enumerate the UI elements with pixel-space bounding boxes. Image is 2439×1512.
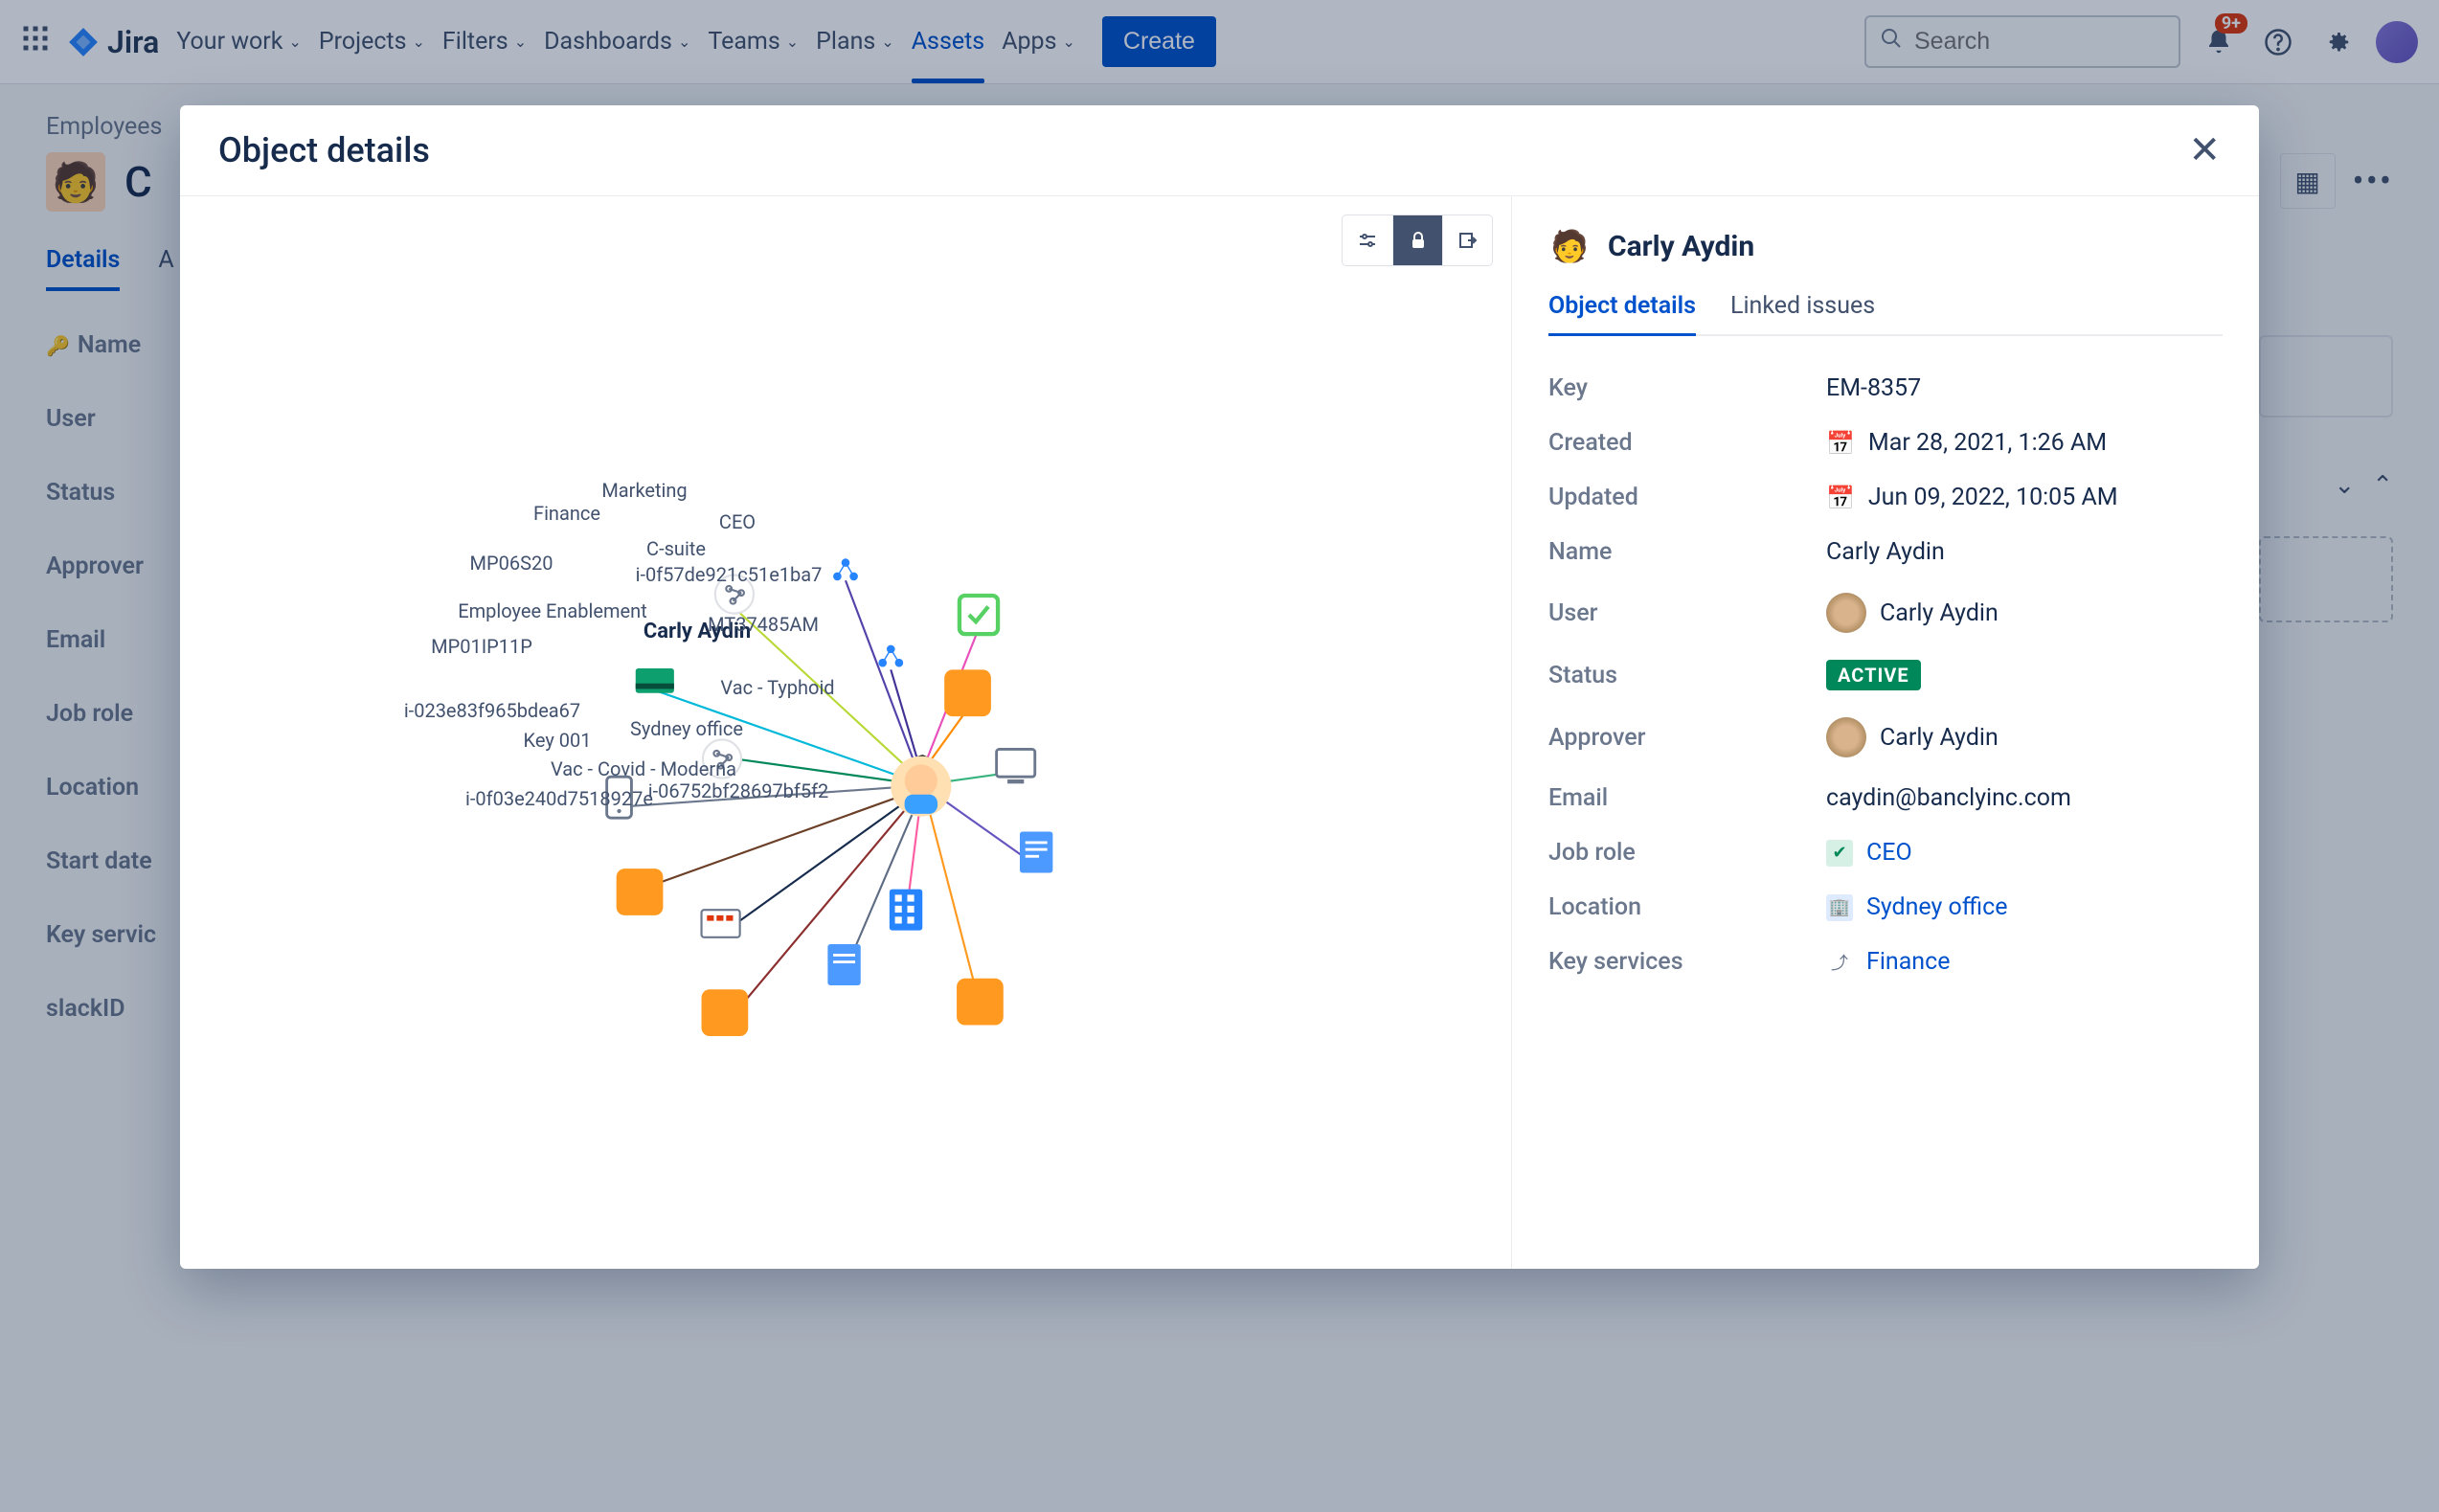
graph-node-label[interactable]: Sydney office xyxy=(630,717,743,740)
value-created: 📅Mar 28, 2021, 1:26 AM xyxy=(1826,429,2223,457)
share-icon: ⤴ xyxy=(1826,949,1853,976)
graph-node-label[interactable]: C-suite xyxy=(646,537,706,560)
approver-avatar-icon xyxy=(1826,717,1866,757)
jobrole-link[interactable]: CEO xyxy=(1866,839,1912,867)
object-details-modal: Object details ✕ xyxy=(180,105,2259,1269)
value-updated: 📅Jun 09, 2022, 10:05 AM xyxy=(1826,484,2223,511)
user-avatar-icon xyxy=(1826,593,1866,633)
value-keyservices: ⤴ Finance xyxy=(1826,948,2223,976)
graph-node-label[interactable]: i-0f03e240d7518927e xyxy=(465,787,653,810)
calendar-icon: 📅 xyxy=(1826,485,1855,511)
graph-node-label[interactable]: Employee Enablement xyxy=(458,599,647,622)
graph-node-label[interactable]: Vac - Covid - Moderna xyxy=(551,757,736,780)
graph-node-label[interactable]: MP06S20 xyxy=(470,552,553,575)
graph-node-label[interactable]: Marketing xyxy=(601,479,687,502)
keyservices-link[interactable]: Finance xyxy=(1866,948,1950,976)
building-icon: 🏢 xyxy=(1826,894,1853,921)
graph-node-label[interactable]: MT37485AM xyxy=(708,613,819,636)
value-approver: Carly Aydin xyxy=(1826,717,2223,757)
graph-node-label[interactable]: CEO xyxy=(719,510,756,533)
graph-node-label[interactable]: i-06752bf28697bf5f2 xyxy=(648,779,829,802)
value-location: 🏢 Sydney office xyxy=(1826,893,2223,921)
check-icon: ✔ xyxy=(1826,840,1853,867)
graph-node-label[interactable]: Finance xyxy=(533,502,600,525)
value-email: caydin@banclyinc.com xyxy=(1826,784,2223,812)
graph-canvas[interactable] xyxy=(180,196,1511,1294)
side-tab-details[interactable]: Object details xyxy=(1548,292,1696,336)
graph-node-label[interactable]: i-023e83f965bdea67 xyxy=(404,699,580,722)
person-icon: 🧑 xyxy=(1548,225,1591,267)
value-user: Carly Aydin xyxy=(1826,593,2223,633)
value-jobrole: ✔ CEO xyxy=(1826,839,2223,867)
value-key: EM-8357 xyxy=(1826,374,2223,402)
graph-node-label[interactable]: Vac - Typhoid xyxy=(720,676,834,699)
graph-node-label[interactable]: i-0f57de921c51e1ba7 xyxy=(636,563,823,586)
side-tab-linked[interactable]: Linked issues xyxy=(1730,292,1875,334)
calendar-icon: 📅 xyxy=(1826,430,1855,457)
status-badge: ACTIVE xyxy=(1826,660,1921,690)
value-status: ACTIVE xyxy=(1826,660,2223,690)
detail-side-pane: 🧑 Carly Aydin Object details Linked issu… xyxy=(1512,196,2259,1269)
side-object-name: Carly Aydin xyxy=(1608,230,1754,263)
location-link[interactable]: Sydney office xyxy=(1866,893,2008,921)
graph-pane[interactable]: Carly Aydin MarketingFinanceCEOC-suiteMP… xyxy=(180,196,1512,1269)
value-name: Carly Aydin xyxy=(1826,538,2223,566)
close-icon[interactable]: ✕ xyxy=(2188,131,2221,169)
modal-title: Object details xyxy=(218,130,430,170)
graph-node-label[interactable]: Key 001 xyxy=(524,729,592,752)
graph-node-label[interactable]: MP01IP11P xyxy=(431,635,532,658)
